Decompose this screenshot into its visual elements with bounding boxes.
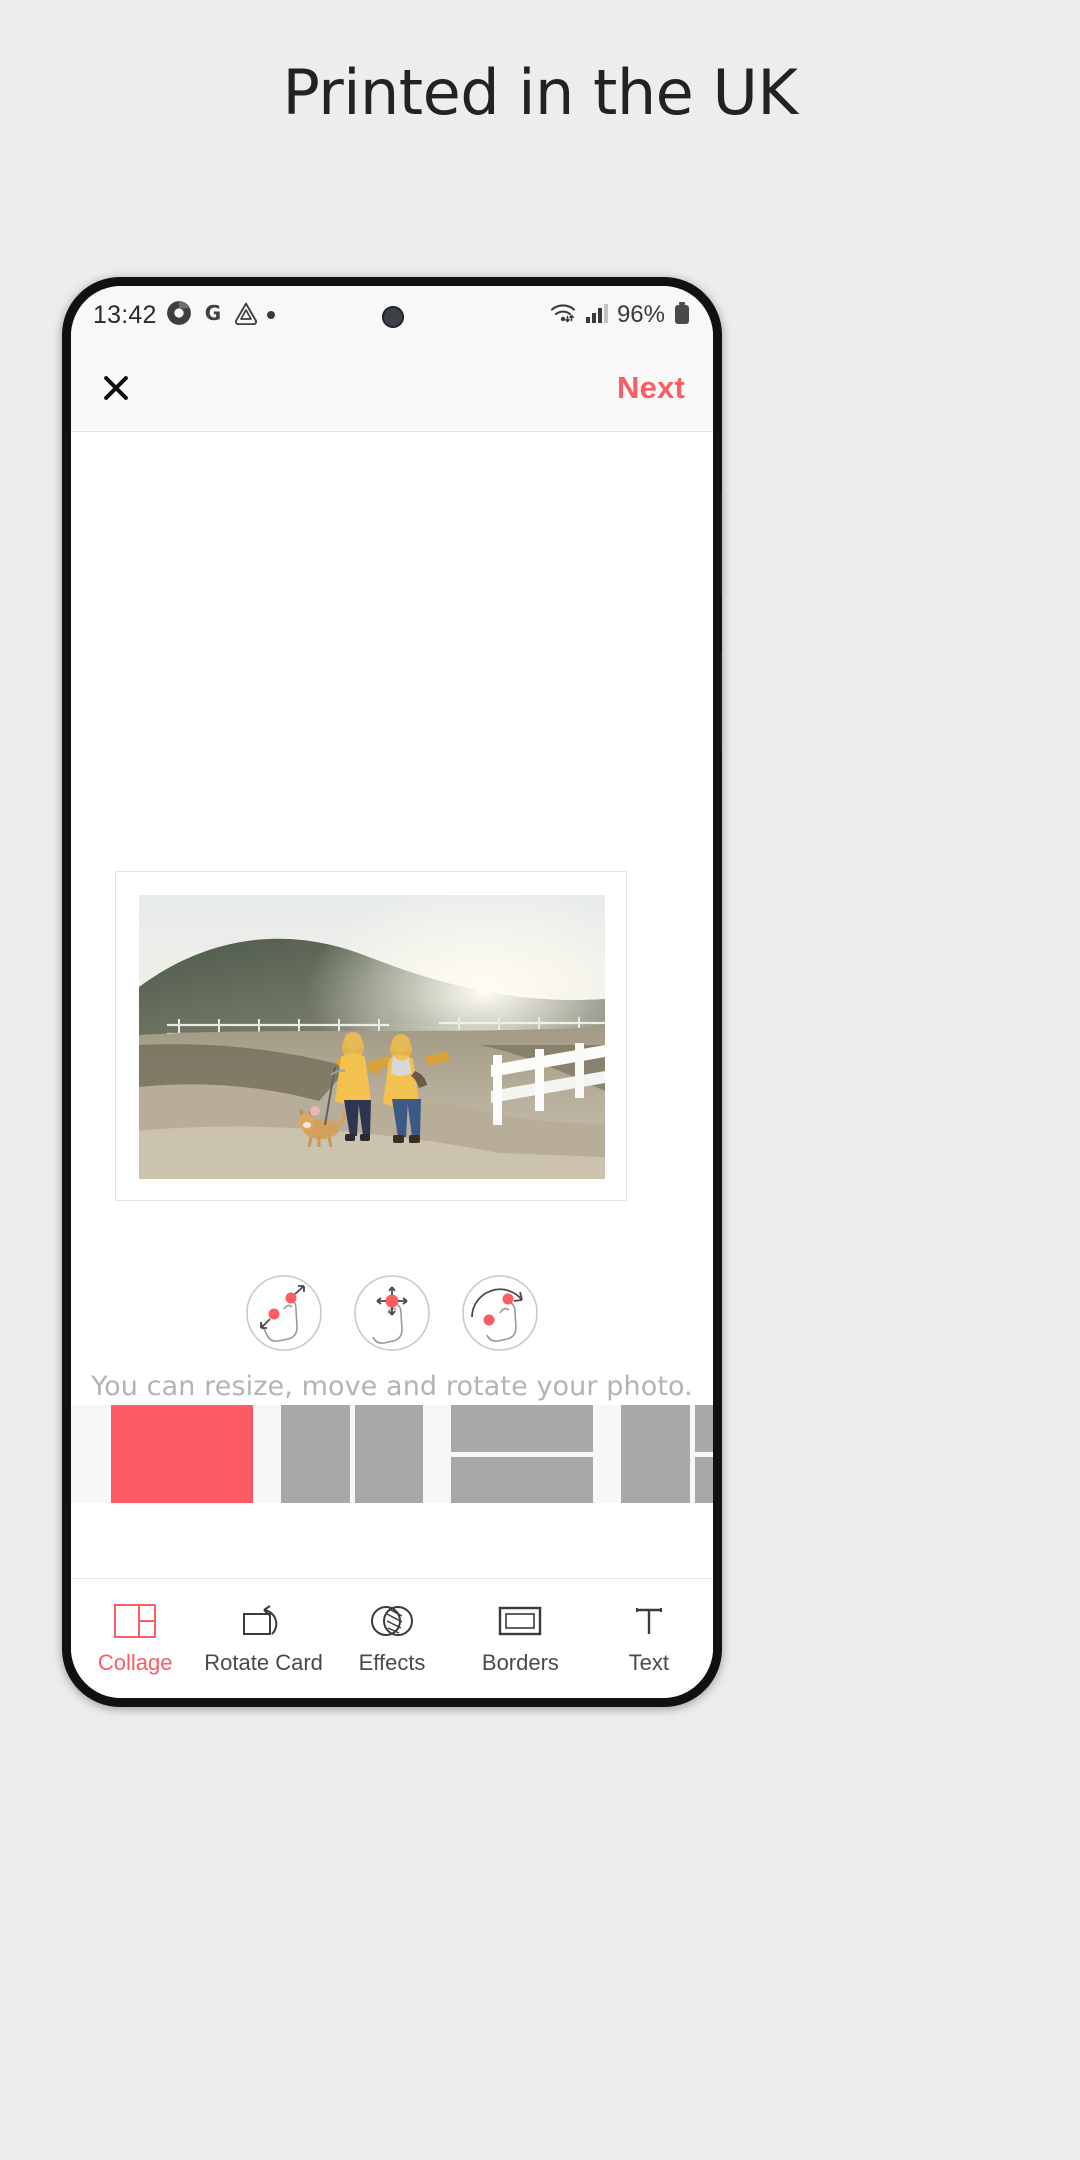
layout-option-single[interactable] (111, 1405, 253, 1503)
close-icon[interactable] (99, 371, 133, 405)
layout-cell (354, 1405, 423, 1503)
rotate-icon (242, 1601, 286, 1641)
tab-borders[interactable]: Borders (456, 1601, 584, 1676)
drive-icon (234, 301, 258, 330)
phone-screen: 13:42 G 96% Next You can resize, move an… (71, 286, 713, 1698)
page-root: Printed in the UK 13:42 G 96% Next You c… (0, 0, 1080, 2160)
tab-label: Text (628, 1650, 669, 1675)
layout-cell (694, 1405, 713, 1452)
tab-label: Rotate Card (204, 1650, 323, 1675)
power-button (720, 652, 722, 752)
status-bar-left: 13:42 G (93, 300, 275, 331)
layout-cell (111, 1405, 253, 1503)
text-icon (632, 1601, 666, 1641)
battery-percent: 96% (616, 301, 665, 328)
gesture-hint-text: You can resize, move and rotate your pho… (91, 1371, 693, 1402)
status-time: 13:42 (93, 300, 157, 329)
collage-layout-strip[interactable] (71, 1405, 713, 1503)
move-gesture-icon (352, 1273, 432, 1353)
front-camera (382, 306, 404, 328)
tab-collage[interactable]: Collage (71, 1601, 199, 1676)
phone-mockup: 13:42 G 96% Next You can resize, move an… (62, 277, 722, 1707)
gesture-hint-row (244, 1273, 540, 1353)
app-bar: Next (71, 344, 713, 432)
bottom-nav: Collage Rotate Card Effects Borders Text (71, 1578, 713, 1698)
layout-cell (451, 1405, 593, 1452)
page-title: Printed in the UK (282, 56, 798, 129)
layout-option-left-full-right-split[interactable] (621, 1405, 713, 1503)
effects-icon (369, 1601, 415, 1641)
google-icon: G (201, 301, 225, 330)
next-button[interactable]: Next (617, 370, 685, 406)
layout-cell (621, 1405, 690, 1503)
tab-effects[interactable]: Effects (328, 1601, 456, 1676)
layout-cell (694, 1456, 713, 1503)
rotate-gesture-icon (460, 1273, 540, 1353)
editor-canvas[interactable]: You can resize, move and rotate your pho… (71, 433, 713, 1555)
battery-full-icon (673, 301, 691, 330)
dot-icon (266, 311, 275, 319)
tab-label: Collage (97, 1650, 173, 1675)
gesture-hints: You can resize, move and rotate your pho… (71, 1273, 713, 1402)
layout-option-two-rows[interactable] (451, 1405, 593, 1503)
layout-cell (451, 1456, 593, 1503)
layout-cell (281, 1405, 350, 1503)
tab-label: Borders (481, 1650, 559, 1675)
photo-preview[interactable] (139, 895, 605, 1179)
volume-button (720, 489, 722, 599)
chrome-icon (166, 300, 192, 331)
layout-option-two-columns[interactable] (281, 1405, 423, 1503)
pinch-resize-gesture-icon (244, 1273, 324, 1353)
wifi-icon (549, 301, 577, 330)
tab-label: Effects (358, 1650, 426, 1675)
svg-text:G: G (204, 301, 220, 325)
status-bar-right: 96% (549, 301, 691, 330)
card-frame[interactable] (115, 871, 627, 1201)
tab-rotate-card[interactable]: Rotate Card (199, 1601, 327, 1676)
borders-icon (498, 1601, 542, 1641)
tab-text[interactable]: Text (585, 1601, 713, 1676)
collage-icon (114, 1601, 157, 1641)
cellular-signal-icon (585, 302, 609, 329)
